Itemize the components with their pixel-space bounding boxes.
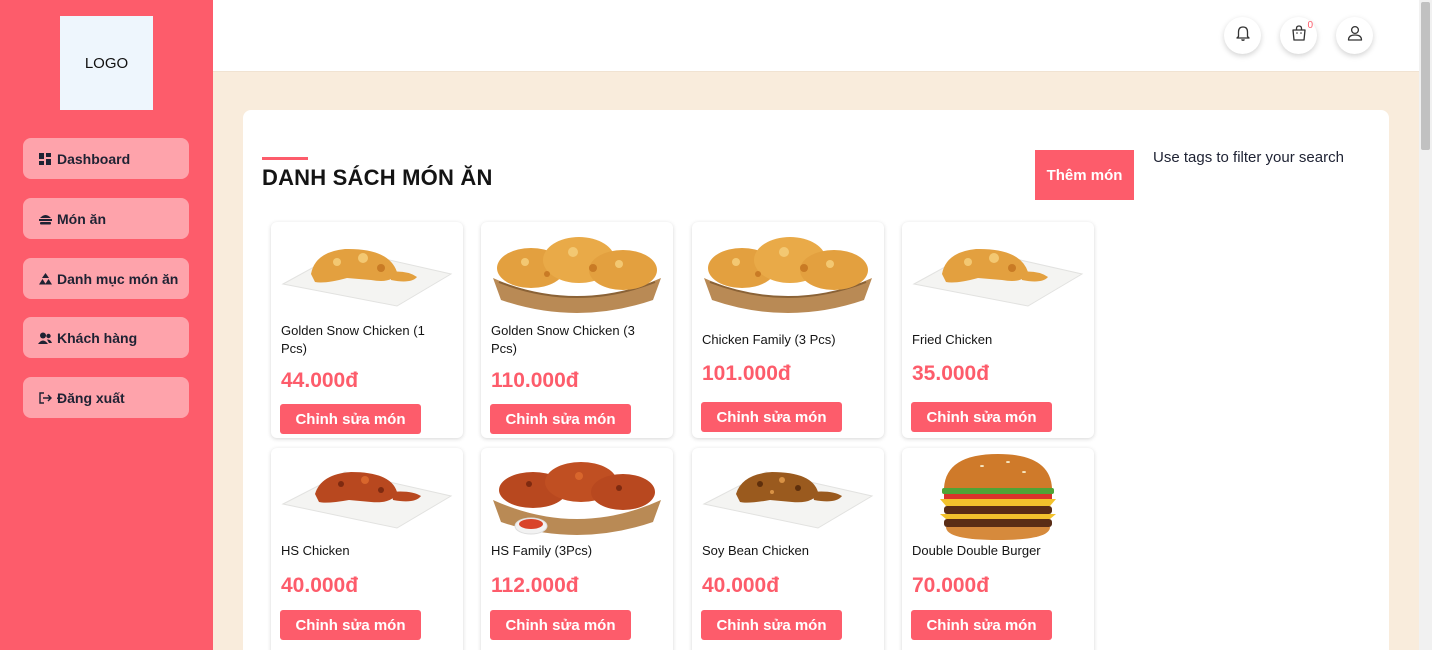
product-image-fried-basket [702,228,874,314]
product-name: Golden Snow Chicken (1 Pcs) [281,323,425,356]
page-scrollbar[interactable] [1419,0,1432,650]
product-price: 110.000đ [491,369,579,392]
sidebar-item-label: Món ăn [57,210,106,227]
edit-dish-button[interactable]: Chỉnh sửa món [490,610,631,640]
product-card[interactable]: Golden Snow Chicken (1 Pcs) 44.000đ Chỉn… [271,222,463,438]
sidebar-item-label: Danh mục món ăn [57,270,179,287]
product-price: 35.000đ [912,362,990,385]
product-card[interactable]: Chicken Family (3 Pcs) 101.000đ Chỉnh sử… [692,222,884,438]
cart-icon [1290,24,1308,47]
food-icon [38,212,52,226]
product-name: HS Family (3Pcs) [491,543,593,558]
product-price: 40.000đ [281,574,359,597]
product-name: Golden Snow Chicken (3 Pcs) [491,323,635,356]
scrollbar-thumb[interactable] [1421,2,1430,150]
logo[interactable]: LOGO [60,16,153,110]
profile-button[interactable] [1336,17,1373,54]
edit-dish-button[interactable]: Chỉnh sửa món [280,610,421,640]
sidebar-item-dashboard[interactable]: Dashboard [23,138,189,179]
sidebar-item-dang-xuat[interactable]: Đăng xuất [23,377,189,418]
edit-dish-button[interactable]: Chỉnh sửa món [911,402,1052,432]
logout-icon [38,391,52,405]
page-title: DANH SÁCH MÓN ĂN [262,165,493,190]
product-card[interactable]: Double Double Burger 70.000đ Chỉnh sửa m… [902,448,1094,650]
product-price: 112.000đ [491,574,579,597]
product-image-fried-drumstick [912,228,1084,314]
product-card[interactable]: Fried Chicken 35.000đ Chỉnh sửa món [902,222,1094,438]
logo-text: LOGO [84,54,129,72]
notification-button[interactable] [1224,17,1261,54]
product-price: 44.000đ [281,369,359,392]
product-name: Chicken Family (3 Pcs) [702,332,836,347]
sidebar-item-label: Đăng xuất [57,389,125,406]
filter-hint: Use tags to filter your search [1153,149,1344,166]
bell-icon [1234,24,1252,47]
edit-dish-button[interactable]: Chỉnh sửa món [911,610,1052,640]
product-card[interactable]: Golden Snow Chicken (3 Pcs) 110.000đ Chỉ… [481,222,673,438]
product-image-soy-drumstick [702,454,874,540]
edit-dish-button[interactable]: Chỉnh sửa món [701,402,842,432]
title-accent-bar [262,157,308,160]
top-header: 0 [213,0,1419,72]
product-image-burger [912,454,1084,540]
user-icon [1346,24,1364,47]
cart-button[interactable]: 0 [1280,17,1317,54]
product-image-sauce-drumstick [281,454,453,540]
product-card[interactable]: Soy Bean Chicken 40.000đ Chỉnh sửa món [692,448,884,650]
sidebar-item-label: Khách hàng [57,329,138,346]
product-price: 101.000đ [702,362,791,385]
product-list-card: DANH SÁCH MÓN ĂN Thêm món Use tags to fi… [243,110,1389,650]
product-name: Fried Chicken [912,332,993,347]
category-icon [38,272,52,286]
edit-dish-button[interactable]: Chỉnh sửa món [701,610,842,640]
product-image-fried-drumstick [281,228,453,314]
cart-count-badge: 0 [1307,20,1313,31]
grid-icon [38,152,52,166]
product-card[interactable]: HS Family (3Pcs) 112.000đ Chỉnh sửa món [481,448,673,650]
product-price: 40.000đ [702,574,780,597]
product-name: Double Double Burger [912,543,1041,558]
sidebar-item-danh-muc[interactable]: Danh mục món ăn [23,258,189,299]
product-name: Soy Bean Chicken [702,543,809,558]
product-card[interactable]: HS Chicken 40.000đ Chỉnh sửa món [271,448,463,650]
product-price: 70.000đ [912,574,990,597]
edit-dish-button[interactable]: Chỉnh sửa món [490,404,631,434]
sidebar-item-mon-an[interactable]: Món ăn [23,198,189,239]
product-image-fried-basket [491,228,663,314]
sidebar-item-khach-hang[interactable]: Khách hàng [23,317,189,358]
edit-dish-button[interactable]: Chỉnh sửa món [280,404,421,434]
product-image-sauce-basket [491,454,663,540]
add-dish-button[interactable]: Thêm món [1035,150,1134,200]
users-icon [38,331,52,345]
product-name: HS Chicken [281,543,350,558]
sidebar: LOGO Dashboard Món ăn Danh mục món ăn Kh… [0,0,213,650]
sidebar-item-label: Dashboard [57,150,131,167]
